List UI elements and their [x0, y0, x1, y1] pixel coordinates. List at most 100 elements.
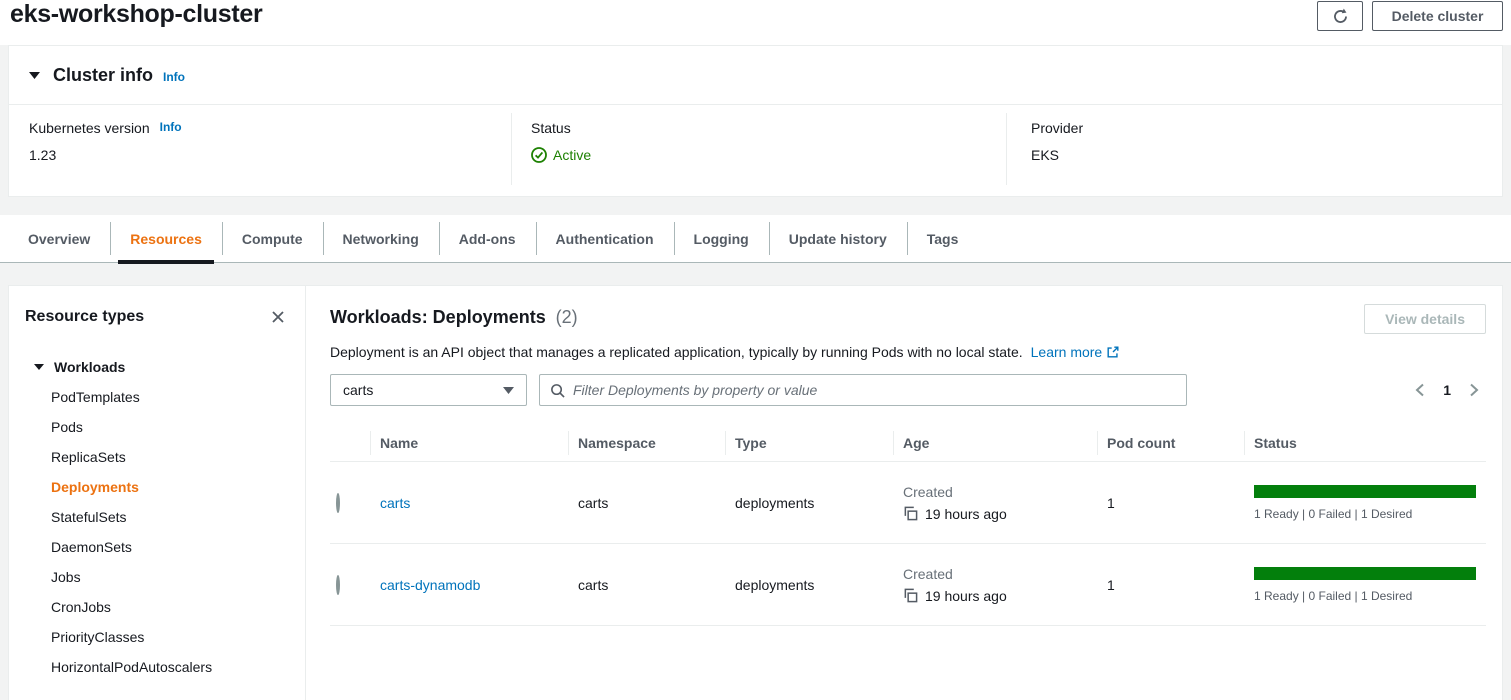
kubernetes-version-label: Kubernetes version: [29, 120, 150, 136]
collapse-caret-icon: [29, 72, 40, 79]
row-radio-button[interactable]: [336, 493, 340, 513]
namespace-cell: carts: [568, 495, 725, 511]
pod-count-cell: 1: [1097, 495, 1244, 511]
column-header-age[interactable]: Age: [893, 435, 1097, 451]
tab-add-ons[interactable]: Add-ons: [439, 215, 536, 262]
provider-value: EKS: [1031, 147, 1083, 163]
check-circle-icon: [531, 147, 547, 163]
sidebar-item-podtemplates[interactable]: PodTemplates: [25, 382, 289, 412]
table-row: carts carts deployments Created 19 hours…: [330, 462, 1486, 544]
divider: [511, 113, 512, 185]
column-header-pod-count[interactable]: Pod count: [1097, 435, 1244, 451]
refresh-button[interactable]: [1317, 1, 1363, 31]
status-label: Status: [531, 120, 591, 136]
page-title: eks-workshop-cluster: [10, 0, 262, 29]
column-header-namespace[interactable]: Namespace: [568, 435, 725, 451]
status-text: 1 Ready | 0 Failed | 1 Desired: [1254, 507, 1476, 521]
cluster-info-card: Cluster info Info Kubernetes version Inf…: [8, 45, 1503, 197]
sidebar-item-jobs[interactable]: Jobs: [25, 562, 289, 592]
sidebar-title: Resource types: [25, 308, 144, 326]
search-input[interactable]: [573, 382, 1176, 398]
type-cell: deployments: [725, 495, 893, 511]
external-link-icon: [1106, 345, 1120, 359]
sidebar-item-statefulsets[interactable]: StatefulSets: [25, 502, 289, 532]
tab-logging[interactable]: Logging: [674, 215, 769, 262]
learn-more-label: Learn more: [1031, 344, 1103, 360]
sidebar-item-cronjobs[interactable]: CronJobs: [25, 592, 289, 622]
chevron-right-icon[interactable]: [1469, 383, 1480, 397]
cluster-info-header[interactable]: Cluster info Info: [9, 46, 1502, 105]
copy-icon[interactable]: [903, 588, 918, 603]
column-header-type[interactable]: Type: [725, 435, 893, 451]
status-cell: 1 Ready | 0 Failed | 1 Desired: [1244, 567, 1486, 603]
kubernetes-version-field: Kubernetes version Info 1.23: [29, 120, 182, 163]
pagination-page[interactable]: 1: [1443, 382, 1451, 398]
provider-label: Provider: [1031, 120, 1083, 136]
tab-authentication[interactable]: Authentication: [536, 215, 674, 262]
view-details-button[interactable]: View details: [1364, 304, 1486, 334]
learn-more-link[interactable]: Learn more: [1031, 344, 1121, 360]
search-box: [539, 374, 1187, 406]
table-header-row: Name Namespace Type Age Pod count Status: [330, 424, 1486, 462]
status-value: Active: [553, 147, 591, 163]
namespace-filter-value: carts: [343, 382, 373, 398]
row-radio-button[interactable]: [336, 575, 340, 595]
search-icon: [550, 383, 565, 398]
sidebar-item-pods[interactable]: Pods: [25, 412, 289, 442]
tab-overview[interactable]: Overview: [8, 215, 110, 262]
sidebar-item-deployments[interactable]: Deployments: [25, 472, 289, 502]
kubernetes-version-info-link[interactable]: Info: [160, 120, 182, 134]
age-cell: Created 19 hours ago: [893, 566, 1097, 604]
caret-down-icon: [503, 387, 514, 394]
resources-panel: Resource types Workloads PodTemplates Po…: [8, 285, 1503, 700]
chevron-left-icon[interactable]: [1414, 383, 1425, 397]
tab-compute[interactable]: Compute: [222, 215, 323, 262]
deployments-title: Workloads: Deployments: [330, 307, 546, 327]
sidebar-item-daemonsets[interactable]: DaemonSets: [25, 532, 289, 562]
tab-update-history[interactable]: Update history: [769, 215, 907, 262]
sidebar-item-horizontalpodautoscalers[interactable]: HorizontalPodAutoscalers: [25, 652, 289, 682]
status-bar: [1254, 485, 1476, 498]
tab-tags[interactable]: Tags: [907, 215, 979, 262]
tab-networking[interactable]: Networking: [323, 215, 439, 262]
column-header-name[interactable]: Name: [370, 435, 568, 451]
sidebar-item-priorityclasses[interactable]: PriorityClasses: [25, 622, 289, 652]
status-cell: 1 Ready | 0 Failed | 1 Desired: [1244, 485, 1486, 521]
pagination: 1: [1414, 382, 1486, 398]
tree-group-workloads[interactable]: Workloads: [25, 352, 289, 382]
cluster-info-title: Cluster info: [53, 65, 153, 86]
namespace-cell: carts: [568, 577, 725, 593]
deployments-count: (2): [556, 307, 578, 327]
age-created-label: Created: [903, 566, 1097, 582]
deployment-name-link[interactable]: carts: [380, 495, 410, 511]
status-field: Status Active: [531, 120, 591, 163]
caret-down-icon: [34, 364, 45, 371]
deployment-name-link[interactable]: carts-dynamodb: [380, 577, 480, 593]
resource-types-tree: Workloads PodTemplates Pods ReplicaSets …: [25, 352, 289, 682]
copy-icon[interactable]: [903, 506, 918, 521]
pod-count-cell: 1: [1097, 577, 1244, 593]
age-created-label: Created: [903, 484, 1097, 500]
cluster-info-info-link[interactable]: Info: [163, 70, 185, 84]
resource-types-sidebar: Resource types Workloads PodTemplates Po…: [9, 286, 306, 700]
age-value: 19 hours ago: [925, 506, 1007, 522]
divider: [1006, 113, 1007, 185]
status-bar: [1254, 567, 1476, 580]
tab-resources[interactable]: Resources: [110, 215, 222, 262]
namespace-filter-select[interactable]: carts: [330, 374, 527, 406]
cluster-info-body: Kubernetes version Info 1.23 Status Acti…: [9, 105, 1502, 195]
column-header-status[interactable]: Status: [1244, 435, 1486, 451]
delete-cluster-button[interactable]: Delete cluster: [1372, 1, 1503, 31]
tree-group-label: Workloads: [54, 359, 125, 375]
provider-field: Provider EKS: [1031, 120, 1083, 163]
kubernetes-version-value: 1.23: [29, 147, 182, 163]
deployments-description: Deployment is an API object that manages…: [330, 344, 1023, 360]
page-header: eks-workshop-cluster Delete cluster: [0, 0, 1511, 45]
age-cell: Created 19 hours ago: [893, 484, 1097, 522]
cluster-tabs: Overview Resources Compute Networking Ad…: [0, 215, 1511, 263]
status-text: 1 Ready | 0 Failed | 1 Desired: [1254, 589, 1476, 603]
deployments-table: Name Namespace Type Age Pod count Status…: [330, 424, 1486, 626]
close-icon[interactable]: [267, 306, 289, 328]
table-row: carts-dynamodb carts deployments Created…: [330, 544, 1486, 626]
sidebar-item-replicasets[interactable]: ReplicaSets: [25, 442, 289, 472]
